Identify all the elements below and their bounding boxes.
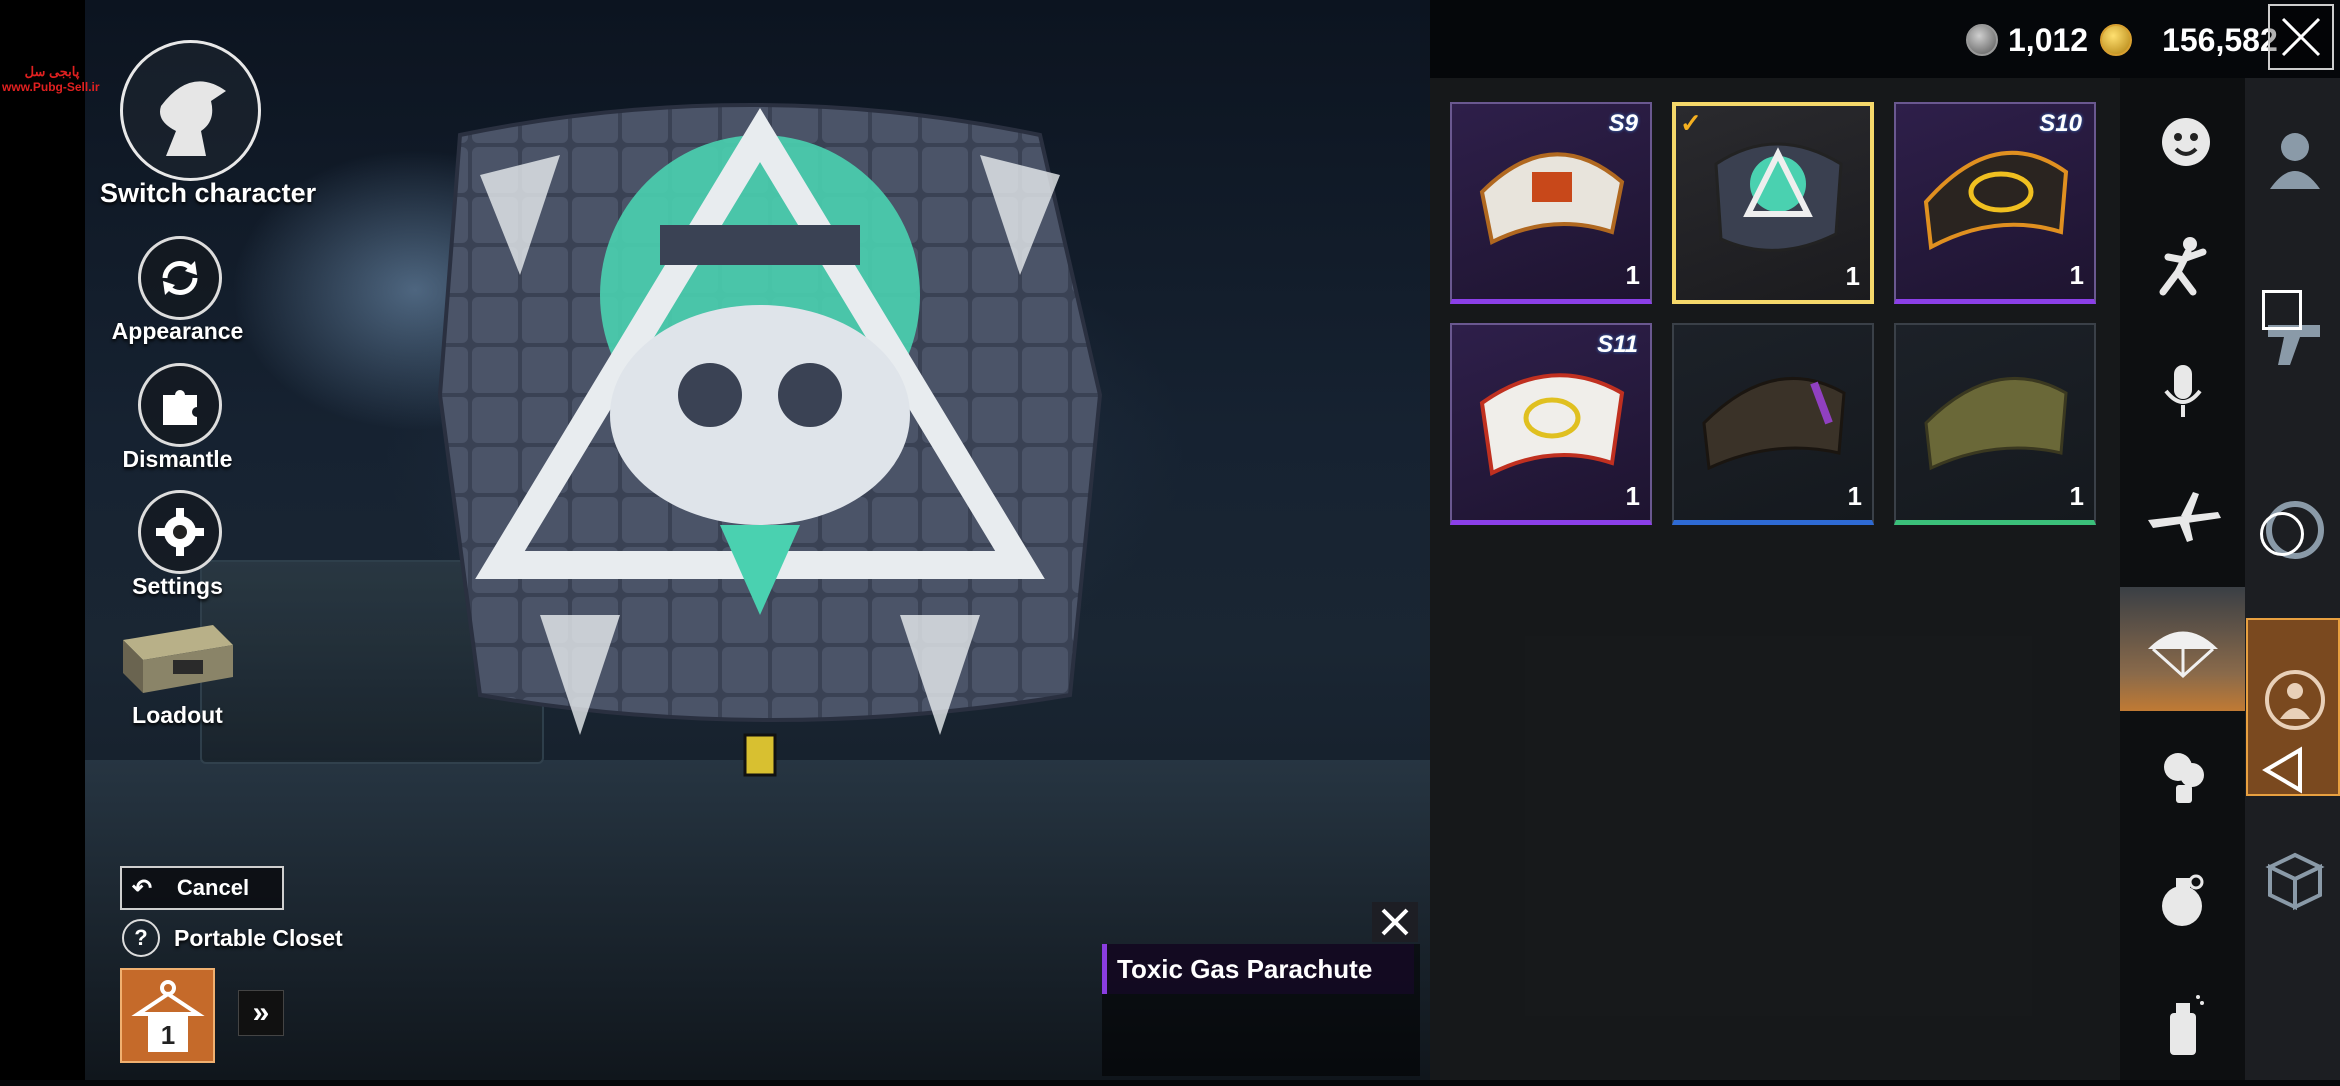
side-nav-character[interactable] [2255,118,2335,198]
grenade-icon [2161,874,2203,926]
portable-closet-row[interactable]: ? Portable Closet [122,918,343,958]
item-count: 1 [1847,481,1862,511]
appearance-button[interactable] [138,236,222,320]
category-plane[interactable] [2120,455,2245,579]
smoke-icon [2163,753,2204,803]
watermark-url: www.Pubg-Sell.ir [2,80,100,94]
recent-apps-button[interactable] [2262,290,2302,330]
category-smoke[interactable] [2120,712,2245,836]
bp-amount: 156,582 [2162,21,2278,58]
dismantle-label: Dismantle [122,446,233,472]
emote-icon [2161,118,2210,166]
outfit-icon [2265,670,2325,730]
spray-icon [2169,995,2204,1055]
closet-slot[interactable]: 1 [120,968,215,1063]
uc-coin-icon [1966,24,1998,56]
category-pose[interactable] [2120,205,2245,329]
plane-icon [2147,492,2221,542]
bp-coin-icon [2100,24,2133,56]
currency-bar: 1,012 156,582 [1960,12,2278,68]
close-icon [1381,908,1409,936]
portable-closet-label: Portable Closet [174,924,343,951]
cancel-label: Cancel [176,875,250,900]
left-letterbox [0,0,85,1080]
gear-icon [156,508,204,556]
switch-character-button[interactable] [120,40,261,181]
toxic-gas-parachute-icon [1714,142,1843,252]
cancel-button[interactable]: ↶ Cancel [120,866,284,910]
item-count: 1 [1625,481,1640,511]
item-count: 1 [1845,261,1860,291]
parachute-icon [2147,631,2218,679]
switch-character-label: Switch character [100,178,317,208]
watermark-persian: پابجی سل [24,64,80,79]
crate-icon [2265,852,2325,911]
hanger-icon: 1 [130,979,205,1052]
item-tile[interactable]: 1 [1894,323,2096,525]
detail-close-button[interactable] [1372,902,1418,942]
parachute-s9-icon [1479,152,1625,245]
season-badge: S9 [1608,110,1638,137]
category-voice[interactable] [2120,330,2245,454]
character-icon [2270,133,2320,189]
loadout-button[interactable] [118,615,236,695]
parachute-olive-icon [1924,377,2068,471]
parachute-dark-icon [1702,377,1846,471]
closet-slot-count: 1 [160,1020,174,1050]
item-tile[interactable]: 1 [1672,323,1874,525]
item-tile[interactable]: S11 1 [1450,323,1652,525]
item-tile[interactable]: S10 1 [1894,102,2096,304]
refresh-icon [162,260,198,296]
parachute-preview[interactable] [420,95,1120,795]
settings-label: Settings [132,573,223,599]
back-nav-icon[interactable] [2260,745,2306,795]
settings-button[interactable] [138,490,222,574]
category-parachute[interactable] [2120,587,2245,711]
side-nav-column [2245,78,2340,1080]
parachute-s11-icon [1479,373,1625,477]
watermark: پابجی سل www.Pubg-Sell.ir [2,64,102,94]
item-tile-selected[interactable]: ✓ 1 [1672,102,1874,304]
item-count: 1 [2069,481,2084,511]
pose-icon [2159,237,2206,296]
item-title: Toxic Gas Parachute [1102,944,1414,994]
equipped-check-icon: ✓ [1680,108,1702,138]
item-tile[interactable]: S9 1 [1450,102,1652,304]
parachute-s10-icon [1923,150,2069,251]
item-count: 1 [1625,260,1640,290]
appearance-label: Appearance [111,318,244,344]
undo-arrow-icon: ↶ [131,874,153,902]
dismantle-button[interactable] [138,363,222,447]
puzzle-icon [163,390,197,425]
category-emote[interactable] [2120,80,2245,204]
season-badge: S11 [1597,331,1638,358]
item-count: 1 [2069,260,2084,290]
close-button[interactable] [2268,4,2334,70]
side-nav-outfit[interactable] [2255,660,2335,740]
season-badge: S10 [2039,110,2082,137]
help-icon[interactable]: ? [122,919,160,957]
microphone-icon [2163,365,2202,417]
closet-expand-button[interactable]: » [238,990,284,1036]
category-spray[interactable] [2120,962,2245,1086]
uc-amount: 1,012 [2008,21,2089,58]
category-grenade[interactable] [2120,837,2245,961]
character-portrait-icon [159,80,226,156]
close-icon [2281,17,2321,57]
home-button[interactable] [2260,512,2304,556]
loadout-label: Loadout [132,702,223,728]
side-nav-crate[interactable] [2255,840,2335,920]
